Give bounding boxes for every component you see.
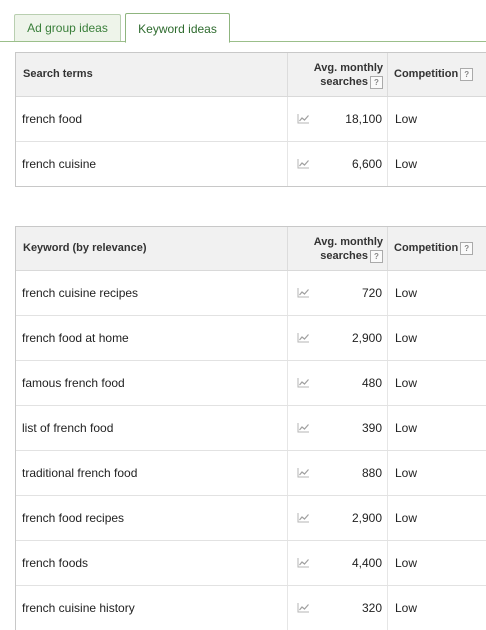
column-divider	[287, 142, 288, 186]
keyword-text[interactable]: french food	[22, 97, 82, 141]
header-search-terms: Search terms	[23, 68, 93, 80]
keyword-text[interactable]: french cuisine	[22, 142, 96, 186]
avg-monthly-searches-value: 18,100	[345, 112, 382, 126]
column-divider	[287, 361, 288, 405]
table-row: french food recipes 2,900 Low	[16, 496, 486, 541]
keyword-ideas-body: french cuisine recipes 720 Low french food …	[16, 271, 486, 630]
column-divider	[287, 496, 288, 540]
keyword-ideas-table: Keyword (by relevance) Avg. monthly sear…	[15, 226, 486, 630]
trend-chart-icon[interactable]	[297, 467, 310, 478]
column-divider	[287, 316, 288, 360]
tab-ad-group-ideas[interactable]: Ad group ideas	[14, 14, 121, 41]
competition-value: Low	[395, 376, 418, 390]
trend-chart-icon[interactable]	[297, 602, 310, 613]
header-competition: Competition?	[394, 227, 474, 270]
table-row: french cuisine recipes 720 Low	[16, 271, 486, 316]
trend-chart-icon[interactable]	[297, 287, 310, 298]
keyword-text[interactable]: french food recipes	[22, 496, 124, 540]
help-icon[interactable]: ?	[460, 67, 474, 81]
header-avg-monthly-searches: Avg. monthly searches?	[313, 236, 383, 263]
column-divider	[387, 406, 388, 450]
competition-value: Low	[395, 601, 418, 615]
table-row: french foods 4,400 Low	[16, 541, 486, 586]
tab-bar: Ad group ideas Keyword ideas	[0, 0, 486, 43]
avg-monthly-searches-value: 4,400	[351, 556, 382, 570]
keyword-text[interactable]: french cuisine history	[22, 586, 135, 630]
avg-monthly-searches-value: 880	[361, 466, 382, 480]
table-row: traditional french food 880 Low	[16, 451, 486, 496]
column-divider	[387, 586, 388, 630]
keyword-text[interactable]: french food at home	[22, 316, 129, 360]
table-row: list of french food 390 Low	[16, 406, 486, 451]
column-divider	[287, 406, 288, 450]
competition-value: Low	[395, 421, 418, 435]
trend-chart-icon[interactable]	[297, 158, 310, 169]
column-divider	[387, 53, 388, 96]
avg-monthly-searches-value: 320	[361, 601, 382, 615]
column-divider	[387, 227, 388, 270]
keyword-text[interactable]: list of french food	[22, 406, 113, 450]
header-keyword-by-relevance[interactable]: Keyword (by relevance)	[23, 227, 147, 270]
avg-monthly-searches-value: 2,900	[351, 511, 382, 525]
competition-value: Low	[395, 112, 418, 126]
avg-monthly-searches-value: 6,600	[351, 157, 382, 171]
column-divider	[287, 271, 288, 315]
column-divider	[287, 451, 288, 495]
keyword-text[interactable]: french foods	[22, 541, 88, 585]
competition-value: Low	[395, 286, 418, 300]
keyword-text[interactable]: traditional french food	[22, 451, 137, 495]
table-row: french food 18,100 Low	[16, 97, 486, 142]
column-divider	[387, 361, 388, 405]
competition-value: Low	[395, 157, 418, 171]
column-divider	[287, 227, 288, 270]
column-divider	[287, 586, 288, 630]
column-divider	[387, 541, 388, 585]
column-divider	[387, 97, 388, 141]
competition-value: Low	[395, 466, 418, 480]
trend-chart-icon[interactable]	[297, 332, 310, 343]
column-divider	[287, 97, 288, 141]
trend-chart-icon[interactable]	[297, 113, 310, 124]
trend-chart-icon[interactable]	[297, 422, 310, 433]
column-divider	[387, 496, 388, 540]
table-row: famous french food 480 Low	[16, 361, 486, 406]
trend-chart-icon[interactable]	[297, 377, 310, 388]
search-terms-table: Search terms Avg. monthly searches? Comp…	[15, 52, 486, 187]
competition-value: Low	[395, 511, 418, 525]
header-avg-monthly-searches: Avg. monthly searches?	[313, 62, 383, 89]
tab-keyword-ideas[interactable]: Keyword ideas	[125, 13, 230, 43]
keyword-ideas-header: Keyword (by relevance) Avg. monthly sear…	[16, 227, 486, 271]
avg-monthly-searches-value: 480	[361, 376, 382, 390]
column-divider	[387, 316, 388, 360]
help-icon[interactable]: ?	[370, 75, 383, 89]
avg-monthly-searches-value: 2,900	[351, 331, 382, 345]
table-row: french cuisine 6,600 Low	[16, 142, 486, 186]
help-icon[interactable]: ?	[460, 241, 474, 255]
tab-divider	[0, 41, 486, 42]
search-terms-body: french food 18,100 Low french cuisine 6,600 L…	[16, 97, 486, 186]
column-divider	[287, 53, 288, 96]
column-divider	[387, 451, 388, 495]
competition-value: Low	[395, 556, 418, 570]
table-row: french cuisine history 320 Low	[16, 586, 486, 630]
avg-monthly-searches-value: 720	[361, 286, 382, 300]
help-icon[interactable]: ?	[370, 249, 383, 263]
keyword-text[interactable]: french cuisine recipes	[22, 271, 138, 315]
column-divider	[387, 271, 388, 315]
table-row: french food at home 2,900 Low	[16, 316, 486, 361]
avg-monthly-searches-value: 390	[361, 421, 382, 435]
column-divider	[287, 541, 288, 585]
trend-chart-icon[interactable]	[297, 512, 310, 523]
search-terms-header: Search terms Avg. monthly searches? Comp…	[16, 53, 486, 97]
keyword-text[interactable]: famous french food	[22, 361, 125, 405]
competition-value: Low	[395, 331, 418, 345]
header-competition: Competition?	[394, 53, 474, 96]
trend-chart-icon[interactable]	[297, 557, 310, 568]
column-divider	[387, 142, 388, 186]
